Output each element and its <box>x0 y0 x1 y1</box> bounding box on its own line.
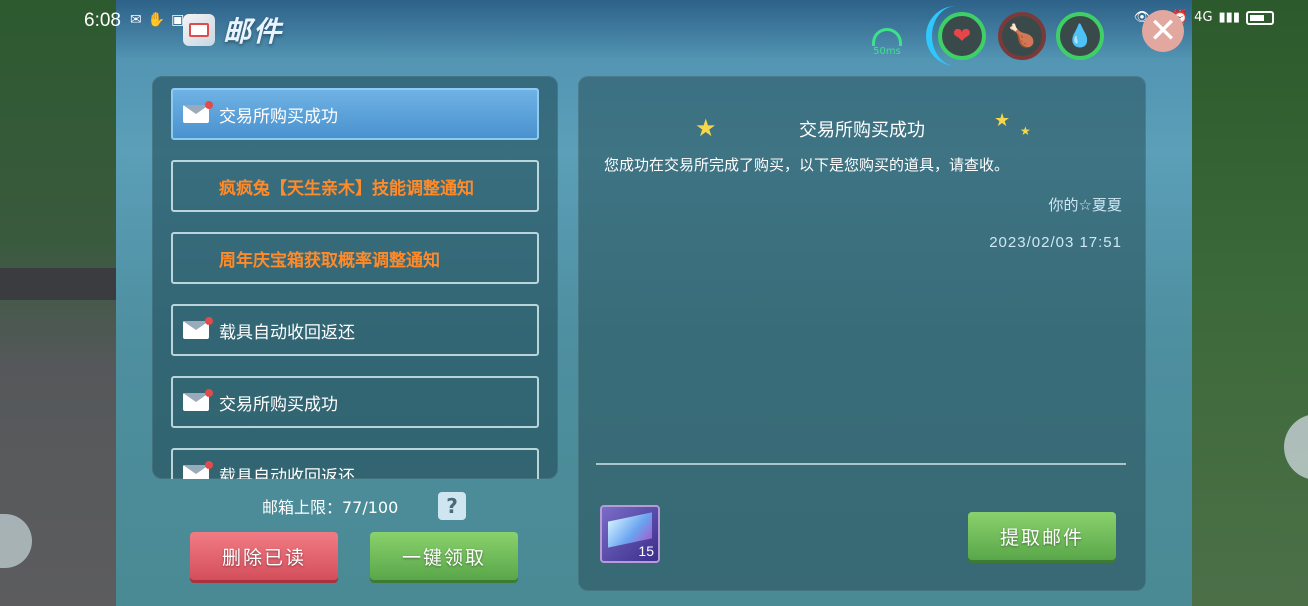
mail-title: 交易所购买成功 <box>799 120 925 141</box>
signal-icon: ▮▮▮ <box>1218 10 1240 25</box>
hand-icon: ✋ <box>147 12 166 28</box>
mailbox-icon <box>183 14 215 46</box>
mail-subject: 载具自动收回返还 <box>219 322 355 343</box>
notification-icon: ✉ <box>130 12 142 28</box>
heart-icon: ❤ <box>952 23 972 49</box>
mail-list[interactable]: 交易所购买成功 疯疯兔【天生亲木】技能调整通知 周年庆宝箱获取概率调整通知 载具… <box>152 76 558 479</box>
mail-subject: 载具自动收回返还 <box>219 466 355 480</box>
mail-subject: 疯疯兔【天生亲木】技能调整通知 <box>219 178 474 199</box>
battery-icon <box>1246 10 1274 25</box>
mail-list-item[interactable]: 载具自动收回返还 <box>171 304 539 356</box>
game-world-right <box>1192 0 1308 606</box>
status-time: 6:08 <box>84 10 121 31</box>
mail-list-item[interactable]: 交易所购买成功 <box>171 88 539 140</box>
network-label: 4G <box>1194 10 1213 25</box>
thirst-status[interactable]: 💧 <box>1056 12 1104 60</box>
envelope-icon <box>183 101 213 123</box>
attachment-item[interactable]: 15 <box>600 505 660 563</box>
detail-divider <box>596 463 1126 465</box>
mail-subject: 交易所购买成功 <box>219 394 338 415</box>
mail-subject: 周年庆宝箱获取概率调整通知 <box>219 250 440 271</box>
game-world-road <box>0 268 118 300</box>
envelope-icon <box>183 389 213 411</box>
attachment-count: 15 <box>638 543 654 559</box>
claim-mail-button[interactable]: 提取邮件 <box>968 512 1116 560</box>
mail-list-item[interactable]: 疯疯兔【天生亲木】技能调整通知 <box>171 160 539 212</box>
game-world-left <box>0 0 118 606</box>
ping-indicator: 50ms <box>872 28 902 57</box>
claim-all-button[interactable]: 一键领取 <box>370 532 518 580</box>
hunger-status[interactable]: 🍗 <box>998 12 1046 60</box>
delete-read-button[interactable]: 删除已读 <box>190 532 338 580</box>
mail-list-item[interactable]: 载具自动收回返还 <box>171 448 539 479</box>
water-drop-icon: 💧 <box>1066 23 1094 49</box>
envelope-icon <box>183 461 213 479</box>
mail-body: 您成功在交易所完成了购买，以下是您购买的道具，请查收。 <box>604 156 1010 174</box>
ping-value: 50ms <box>873 46 901 57</box>
mail-subject: 交易所购买成功 <box>219 106 338 127</box>
envelope-icon <box>183 317 213 339</box>
mail-list-item[interactable]: 交易所购买成功 <box>171 376 539 428</box>
food-icon: 🍗 <box>1008 23 1036 49</box>
health-status[interactable]: ❤ <box>938 12 986 60</box>
close-icon: ✕ <box>1148 11 1178 51</box>
mail-date: 2023/02/03 17:51 <box>989 234 1122 251</box>
wifi-icon <box>872 28 902 46</box>
mailbox-quota: 邮箱上限：77/100 <box>262 498 399 517</box>
mail-signature: 你的☆夏夏 <box>1048 196 1122 214</box>
close-button[interactable]: ✕ <box>1142 10 1184 52</box>
page-title: 邮件 <box>223 15 284 48</box>
window-title: 邮件 <box>183 10 283 50</box>
mail-list-item[interactable]: 周年庆宝箱获取概率调整通知 <box>171 232 539 284</box>
help-button[interactable]: ? <box>438 492 466 520</box>
